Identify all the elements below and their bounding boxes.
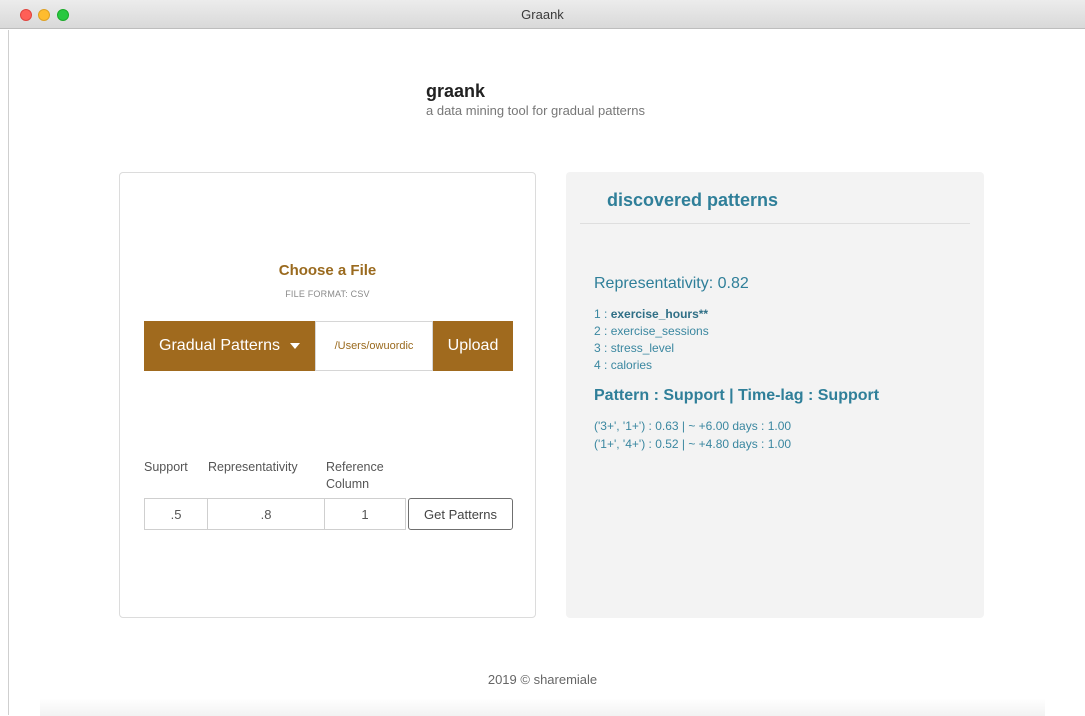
item-index: 1 : (594, 307, 611, 321)
patterns-panel: discovered patterns Representativity: 0.… (566, 172, 984, 618)
app-subtitle: a data mining tool for gradual patterns (426, 103, 645, 118)
list-item: 4 : calories (594, 357, 709, 374)
item-name: calories (610, 358, 653, 372)
item-list: 1 : exercise_hours** 2 : exercise_sessio… (594, 306, 709, 374)
pattern-list: ('3+', '1+') : 0.63 | ~ +6.00 days : 1.0… (594, 417, 791, 453)
file-path-field[interactable]: /Users/owuordic (315, 321, 433, 371)
panel-divider (580, 223, 970, 224)
choose-file-heading: Choose a File (278, 262, 377, 279)
reference-column-label: Reference Column (326, 460, 384, 491)
item-name: exercise_sessions (610, 324, 709, 338)
upload-button-group: Gradual Patterns /Users/owuordic Upload (144, 321, 513, 371)
patterns-panel-title: discovered patterns (607, 190, 779, 210)
item-index: 3 : (594, 341, 611, 355)
footer-text: 2019 © sharemiale (487, 672, 598, 687)
list-item: 1 : exercise_hours** (594, 306, 709, 323)
representativity-label: Representativity (208, 460, 298, 474)
item-index: 2 : (594, 324, 611, 338)
mode-dropdown-label: Gradual Patterns (159, 337, 280, 354)
app-header: graank a data mining tool for gradual pa… (426, 80, 645, 120)
pattern-table-header: Pattern : Support | Time-lag : Support (594, 387, 880, 404)
upload-button[interactable]: Upload (433, 321, 513, 371)
representativity-input[interactable]: .8 (207, 498, 325, 530)
mode-dropdown-button[interactable]: Gradual Patterns (144, 321, 315, 371)
upload-card: Choose a File FILE FORMAT: CSV Gradual P… (119, 172, 536, 618)
app-title: graank (426, 81, 486, 101)
title-bar: Graank (0, 0, 1085, 29)
file-format-note: FILE FORMAT: CSV (285, 289, 370, 299)
window-title: Graank (521, 7, 564, 22)
list-item: 3 : stress_level (594, 340, 709, 357)
pattern-row: ('1+', '4+') : 0.52 | ~ +4.80 days : 1.0… (594, 437, 792, 451)
item-index: 4 : (594, 358, 611, 372)
window-edge (8, 30, 9, 715)
get-patterns-button[interactable]: Get Patterns (408, 498, 513, 530)
pattern-row: ('3+', '1+') : 0.63 | ~ +6.00 days : 1.0… (594, 419, 792, 433)
footer-shadow (40, 698, 1045, 716)
representativity-result: Representativity: 0.82 (594, 275, 749, 292)
support-input[interactable]: .5 (144, 498, 208, 530)
item-name: exercise_hours** (610, 307, 709, 321)
caret-down-icon (289, 343, 300, 349)
item-name: stress_level (610, 341, 675, 355)
support-label: Support (144, 460, 188, 474)
list-item: 2 : exercise_sessions (594, 323, 709, 340)
reference-column-input[interactable]: 1 (324, 498, 406, 530)
